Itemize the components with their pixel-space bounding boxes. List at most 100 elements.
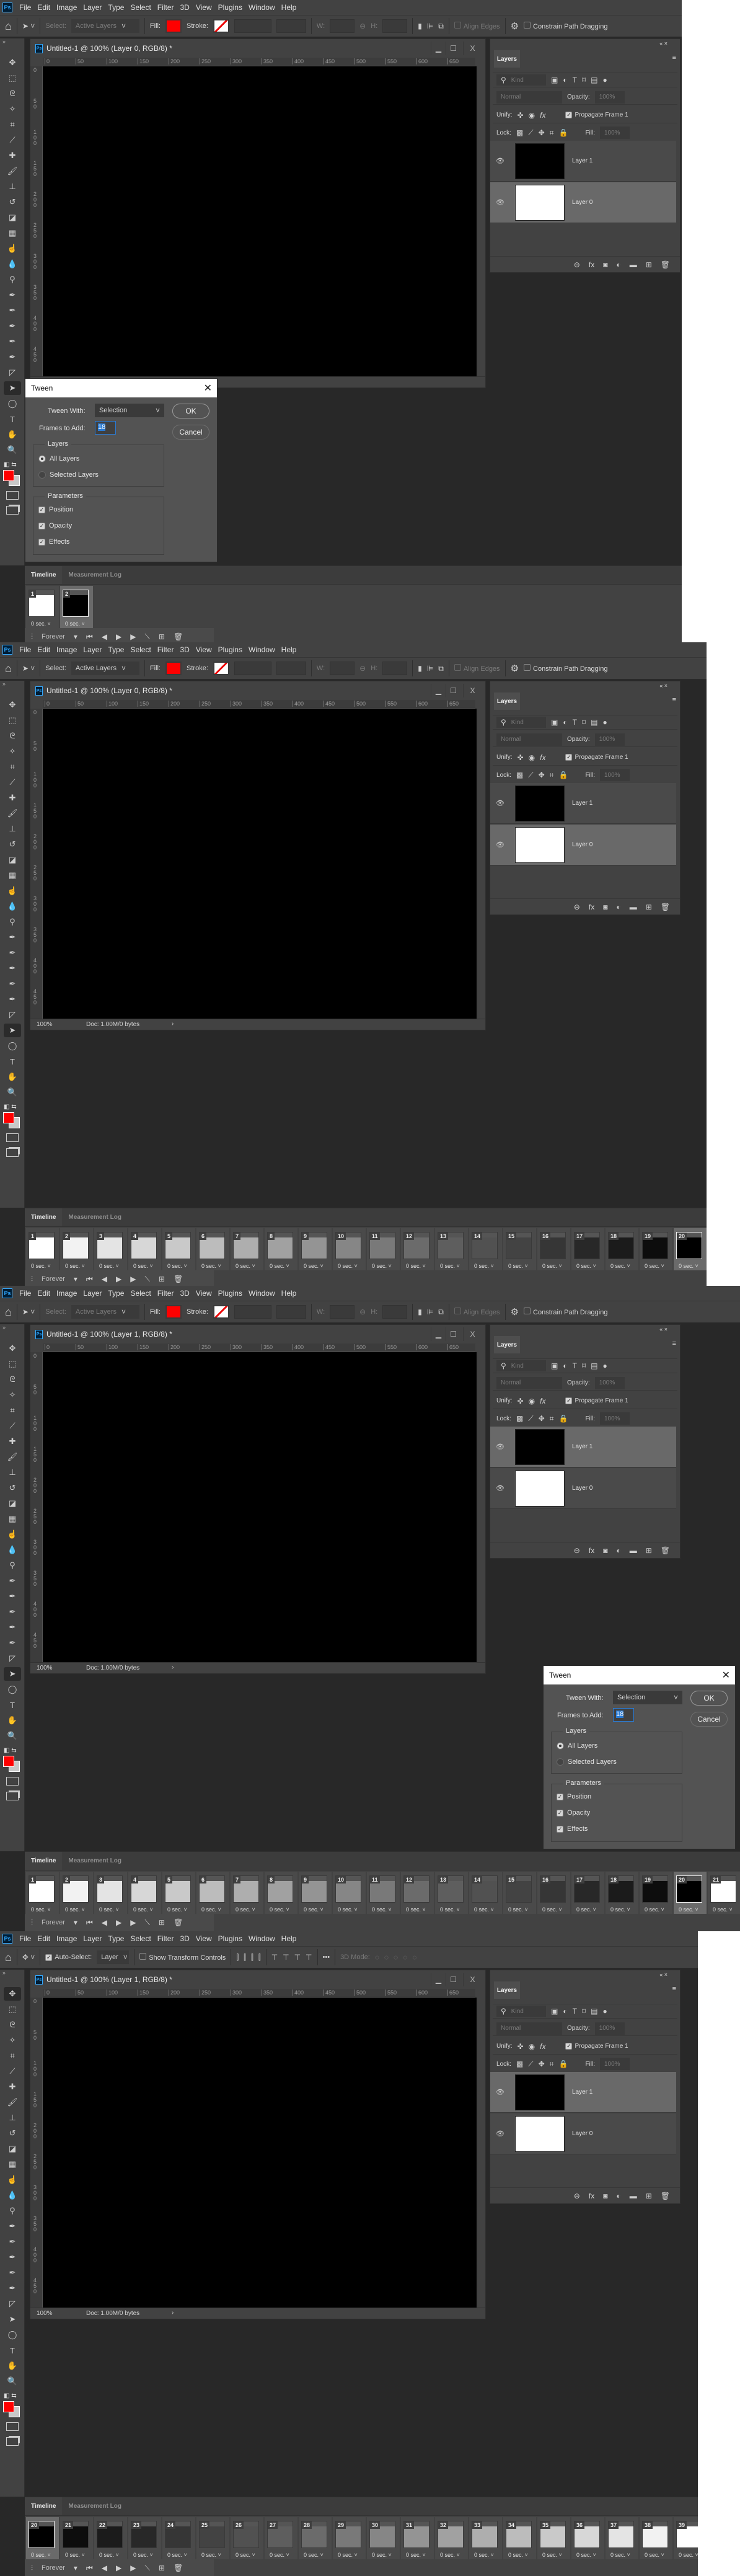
align-center-icon[interactable]: ⫿ [244,1953,246,1962]
kind-filter-dropdown[interactable]: ⚲ Kind [496,1360,546,1371]
timeline-frame[interactable]: 5 0 sec. ˅ [162,1872,195,1914]
timeline-frame[interactable]: 20 0 sec. ˅ [26,2517,59,2559]
magic-wand-tool-button[interactable]: ✧ [4,102,21,116]
default-colors-icon[interactable]: ◧ ⇆ [4,461,17,468]
layer-row[interactable]: 👁 Layer 0 [490,825,676,865]
loop-dropdown-icon[interactable]: ▾ [74,2564,77,2572]
effects-checkbox[interactable]: ✓ Effects [557,1825,588,1833]
tween-with-dropdown[interactable]: Selection ˅ [613,1691,682,1704]
brush-tool-button[interactable]: 🖌 [4,807,21,820]
delete-anchor-tool-button[interactable]: ✒ [4,1621,21,1634]
checkbox[interactable] [454,22,461,29]
opacity-input[interactable]: 100% [594,2022,625,2035]
frame-delay-dropdown[interactable]: 0 sec. ˅ [201,2552,221,2558]
status-menu-icon[interactable]: › [172,1664,174,1671]
layers-tab[interactable]: Layers [494,693,520,710]
menu-3d[interactable]: 3D [177,1289,192,1298]
constrain-path-checkbox[interactable]: Constrain Path Dragging [524,664,607,673]
eye-icon[interactable]: 👁 [490,1443,510,1451]
maximize-button[interactable]: ☐ [446,42,460,55]
convert-to-video-timeline-icon[interactable]: ⫶ [31,632,33,642]
frame-delay-dropdown[interactable]: 0 sec. ˅ [679,1263,698,1269]
unify-position-icon[interactable]: ✜ [518,1397,524,1405]
close-button[interactable]: X [463,684,482,697]
direct-selection-tool-button[interactable]: ➤ [4,2313,21,2326]
lock-transparency-icon[interactable]: ▩ [516,2060,523,2068]
3d-scale-icon[interactable]: ◌ [412,1953,416,1962]
timeline-frame[interactable]: 23 0 sec. ˅ [128,2517,161,2559]
menu-3d[interactable]: 3D [177,1934,192,1943]
play-icon[interactable]: ▶ [116,2564,121,2572]
checkbox[interactable] [139,1953,147,1960]
menu-type[interactable]: Type [105,1289,127,1298]
history-brush-tool-button[interactable]: ↺ [4,1481,21,1495]
delete-layer-icon[interactable]: 🗑 [661,260,670,269]
timeline-frame[interactable]: 26 0 sec. ˅ [231,2517,263,2559]
menu-3d[interactable]: 3D [177,645,192,654]
frame-delay-dropdown[interactable]: 0 sec. ˅ [31,621,51,627]
delete-layer-icon[interactable]: 🗑 [661,903,670,911]
timeline-frame[interactable]: 5 0 sec. ˅ [162,1228,195,1270]
layer-row[interactable]: 👁 Layer 0 [490,1468,676,1509]
eye-icon[interactable]: 👁 [490,2130,510,2138]
dodge-tool-button[interactable]: ⚲ [4,915,21,929]
toolbox-collapse-icon[interactable]: » [2,38,6,45]
align-left-icon[interactable]: ⫿ [236,1953,239,1962]
link-layers-icon[interactable]: ⊖ [574,1546,580,1555]
healing-brush-tool-button[interactable]: ✚ [4,149,21,162]
canvas[interactable] [43,709,477,1019]
timeline-frame[interactable]: 11 0 sec. ˅ [367,1872,400,1914]
menu-layer[interactable]: Layer [80,1289,105,1298]
add-anchor-tool-button[interactable]: ✒ [4,2251,21,2264]
stroke-swatch[interactable] [213,19,229,33]
type-filter-icon[interactable]: T [573,76,577,84]
crop-tool-button[interactable]: ⌗ [4,760,21,774]
gradient-tool-button[interactable]: ▦ [4,1512,21,1526]
home-icon[interactable]: ⌂ [5,1306,12,1319]
align-edges-checkbox[interactable]: Align Edges [454,664,500,673]
next-frame-icon[interactable]: ▶ [130,1918,136,1927]
type-filter-icon[interactable]: T [573,1361,577,1370]
menu-filter[interactable]: Filter [154,1934,177,1943]
lasso-tool-button[interactable]: ᘓ [4,729,21,743]
checkbox-checked[interactable]: ✓ [565,754,573,761]
tween-icon[interactable]: ⟍ [144,2564,149,2573]
timeline-frame[interactable]: 29 0 sec. ˅ [333,2517,366,2559]
lock-position-icon[interactable]: ✥ [539,2060,545,2068]
frame-delay-dropdown[interactable]: 0 sec. ˅ [645,2552,664,2558]
delete-frame-icon[interactable]: 🗑 [174,2564,183,2572]
fill-input[interactable]: 100% [600,769,630,781]
loop-option[interactable]: Forever [42,633,65,640]
pixel-filter-icon[interactable]: ▣ [551,2007,558,2016]
screen-mode-icon[interactable] [6,1148,19,1157]
loop-option[interactable]: Forever [42,1919,65,1926]
eraser-tool-button[interactable]: ◪ [4,2142,21,2156]
timeline-frame[interactable]: 15 0 sec. ˅ [503,1228,536,1270]
timeline-frame[interactable]: 17 0 sec. ˅ [571,1872,604,1914]
panel-collapse-icon[interactable]: « × [659,40,667,46]
maximize-button[interactable]: ☐ [446,1327,460,1341]
radio-button[interactable] [38,455,46,463]
cancel-button[interactable]: Cancel [690,1712,728,1727]
lock-position-icon[interactable]: ✥ [539,128,545,137]
type-tool-button[interactable]: T [4,1698,21,1712]
convert-to-video-timeline-icon[interactable]: ⫶ [31,1275,33,1284]
radio-button[interactable] [38,471,46,479]
tab-timeline[interactable]: Timeline [25,1208,63,1226]
add-style-icon[interactable]: fx [589,2192,594,2200]
radio-button[interactable] [557,1742,564,1750]
stroke-swatch[interactable] [213,662,229,675]
foreground-color-swatch[interactable] [3,1756,14,1767]
timeline-frame[interactable]: 33 0 sec. ˅ [469,2517,502,2559]
menu-edit[interactable]: Edit [34,1934,53,1943]
pen-tool-button[interactable]: ✒ [4,2220,21,2233]
magic-wand-tool-button[interactable]: ✧ [4,745,21,758]
timeline-frame[interactable]: 20 0 sec. ˅ [674,1872,707,1914]
loop-dropdown-icon[interactable]: ▾ [74,1275,77,1283]
adjustment-filter-icon[interactable]: ◐ [563,2007,567,2016]
unify-visibility-icon[interactable]: ◉ [529,2042,535,2051]
play-icon[interactable]: ▶ [116,1275,121,1283]
freeform-pen-tool-button[interactable]: ✒ [4,304,21,317]
clone-stamp-tool-button[interactable]: ⊥ [4,1466,21,1479]
dodge-tool-button[interactable]: ⚲ [4,1559,21,1572]
